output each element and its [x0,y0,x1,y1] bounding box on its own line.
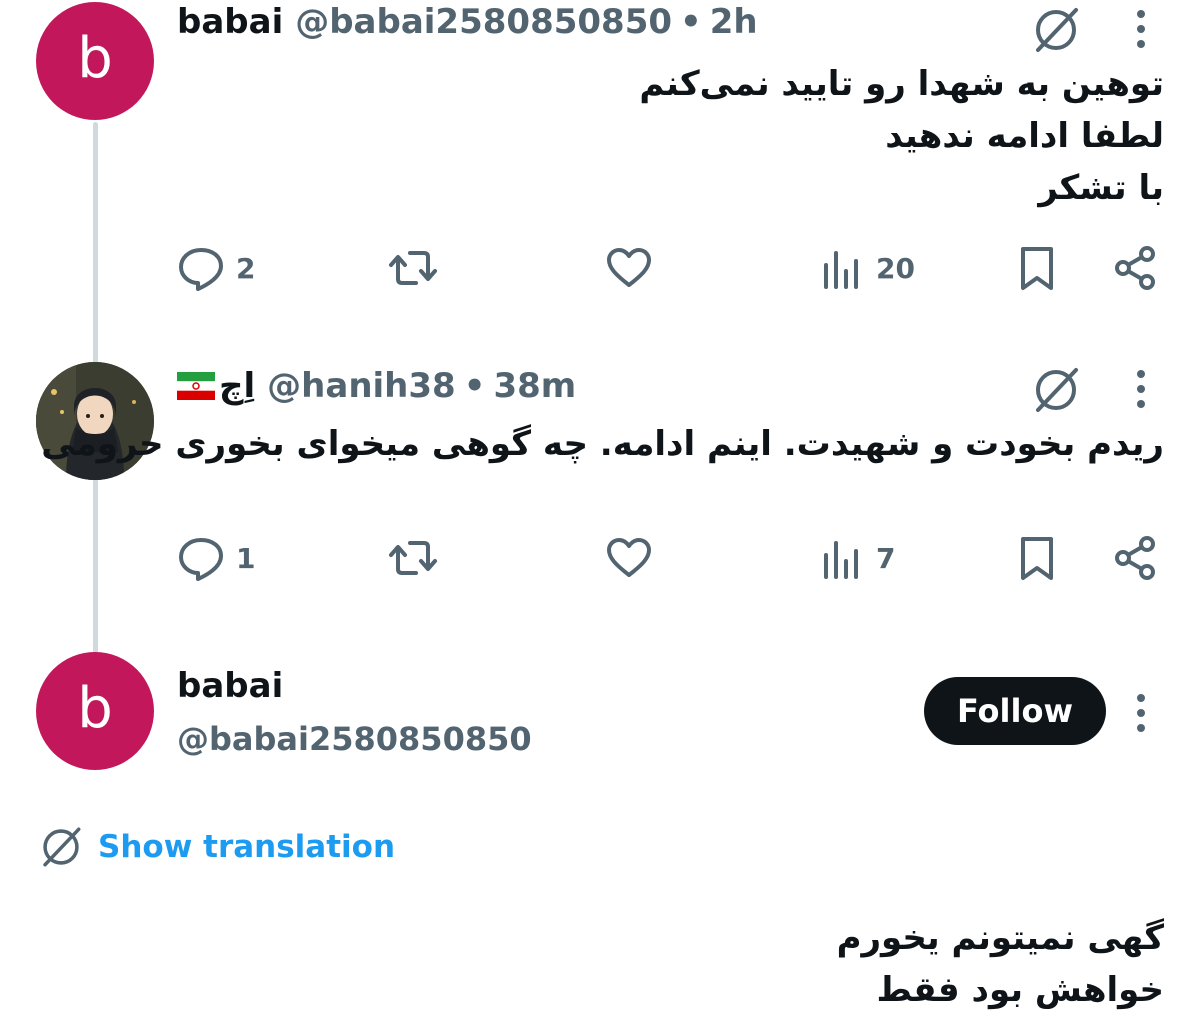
like-button[interactable] [604,530,654,586]
avatar-babai[interactable]: b [36,2,154,120]
main-display-name[interactable]: babai [177,666,283,706]
reply-count: 2 [236,251,256,285]
bookmark-button[interactable] [1012,530,1062,586]
views-icon [824,541,858,579]
like-button[interactable] [604,240,654,296]
views-count: 7 [876,541,896,575]
separator-dot: • [463,366,486,406]
tweet2-action-bar: 1 7 [176,530,1166,586]
tweet2-body: ریدم بخودت و شهیدت. اینم ادامه. چه گوهی … [41,418,1164,470]
share-button[interactable] [1110,530,1160,586]
avatar-letter: b [77,675,113,741]
iran-flag-icon [177,372,215,400]
tweet2-display-name[interactable]: اِچ [219,366,255,406]
views-count: 20 [876,251,915,285]
more-vertical-icon[interactable] [1131,366,1151,412]
share-button[interactable] [1110,240,1160,296]
grok-icon [43,827,81,867]
tweet1-body-line: با تشکر [1038,168,1164,208]
share-icon [1115,536,1155,580]
tweet1-body-line: توهین به شهدا رو تایید نمی‌کنم [639,64,1164,104]
main-tweet-body: گهی نمیتونم یخورم خواهش بود فقط [837,912,1164,1016]
separator-dot: • [680,2,702,42]
reply-button[interactable]: 1 [176,530,255,586]
retweet-button[interactable] [388,240,438,296]
tweet2-header: اِچ @hanih38 • 38m [177,366,576,406]
reply-icon [179,248,223,291]
reply-button[interactable]: 2 [176,240,255,296]
more-vertical-icon[interactable] [1131,690,1151,736]
tweet1-handle[interactable]: @babai2580850850 [295,2,672,42]
share-icon [1115,246,1155,290]
avatar-letter: b [77,25,113,91]
heart-icon [607,538,651,577]
main-body-line: خواهش بود فقط [876,970,1164,1010]
grok-icon[interactable] [1030,4,1082,56]
tweet1-display-name[interactable]: babai [177,2,283,42]
retweet-icon [389,251,437,285]
tweet1-header: babai @babai2580850850 • 2h [177,2,758,42]
bookmark-button[interactable] [1012,240,1062,296]
more-vertical-icon[interactable] [1131,6,1151,52]
tweet1-body-line: لطفا ادامه ندهید [885,116,1164,156]
tweet2-body-line: ریدم بخودت و شهیدت. اینم ادامه. چه گوهی … [41,424,1164,464]
avatar-babai-main[interactable]: b [36,652,154,770]
retweet-button[interactable] [388,530,438,586]
grok-icon[interactable] [1030,364,1082,416]
show-translation-link[interactable]: Show translation [38,824,395,870]
tweet2-time[interactable]: 38m [493,366,576,406]
show-translation-label: Show translation [98,829,396,865]
tweet1-action-bar: 2 20 [176,240,1166,296]
bookmark-icon [1021,247,1053,290]
main-handle[interactable]: @babai2580850850 [177,720,532,758]
tweet2-handle[interactable]: @hanih38 [267,366,456,406]
follow-button[interactable]: Follow [924,677,1106,745]
reply-count: 1 [236,541,256,575]
views-icon [824,251,858,289]
reply-icon [179,538,223,581]
views-button[interactable]: 7 [816,530,895,586]
main-body-line: گهی نمیتونم یخورم [836,918,1164,958]
bookmark-icon [1021,537,1053,580]
heart-icon [607,248,651,287]
views-button[interactable]: 20 [816,240,915,296]
tweet1-time[interactable]: 2h [710,2,758,42]
retweet-icon [389,541,437,575]
tweet1-body: توهین به شهدا رو تایید نمی‌کنم لطفا ادام… [639,58,1164,214]
